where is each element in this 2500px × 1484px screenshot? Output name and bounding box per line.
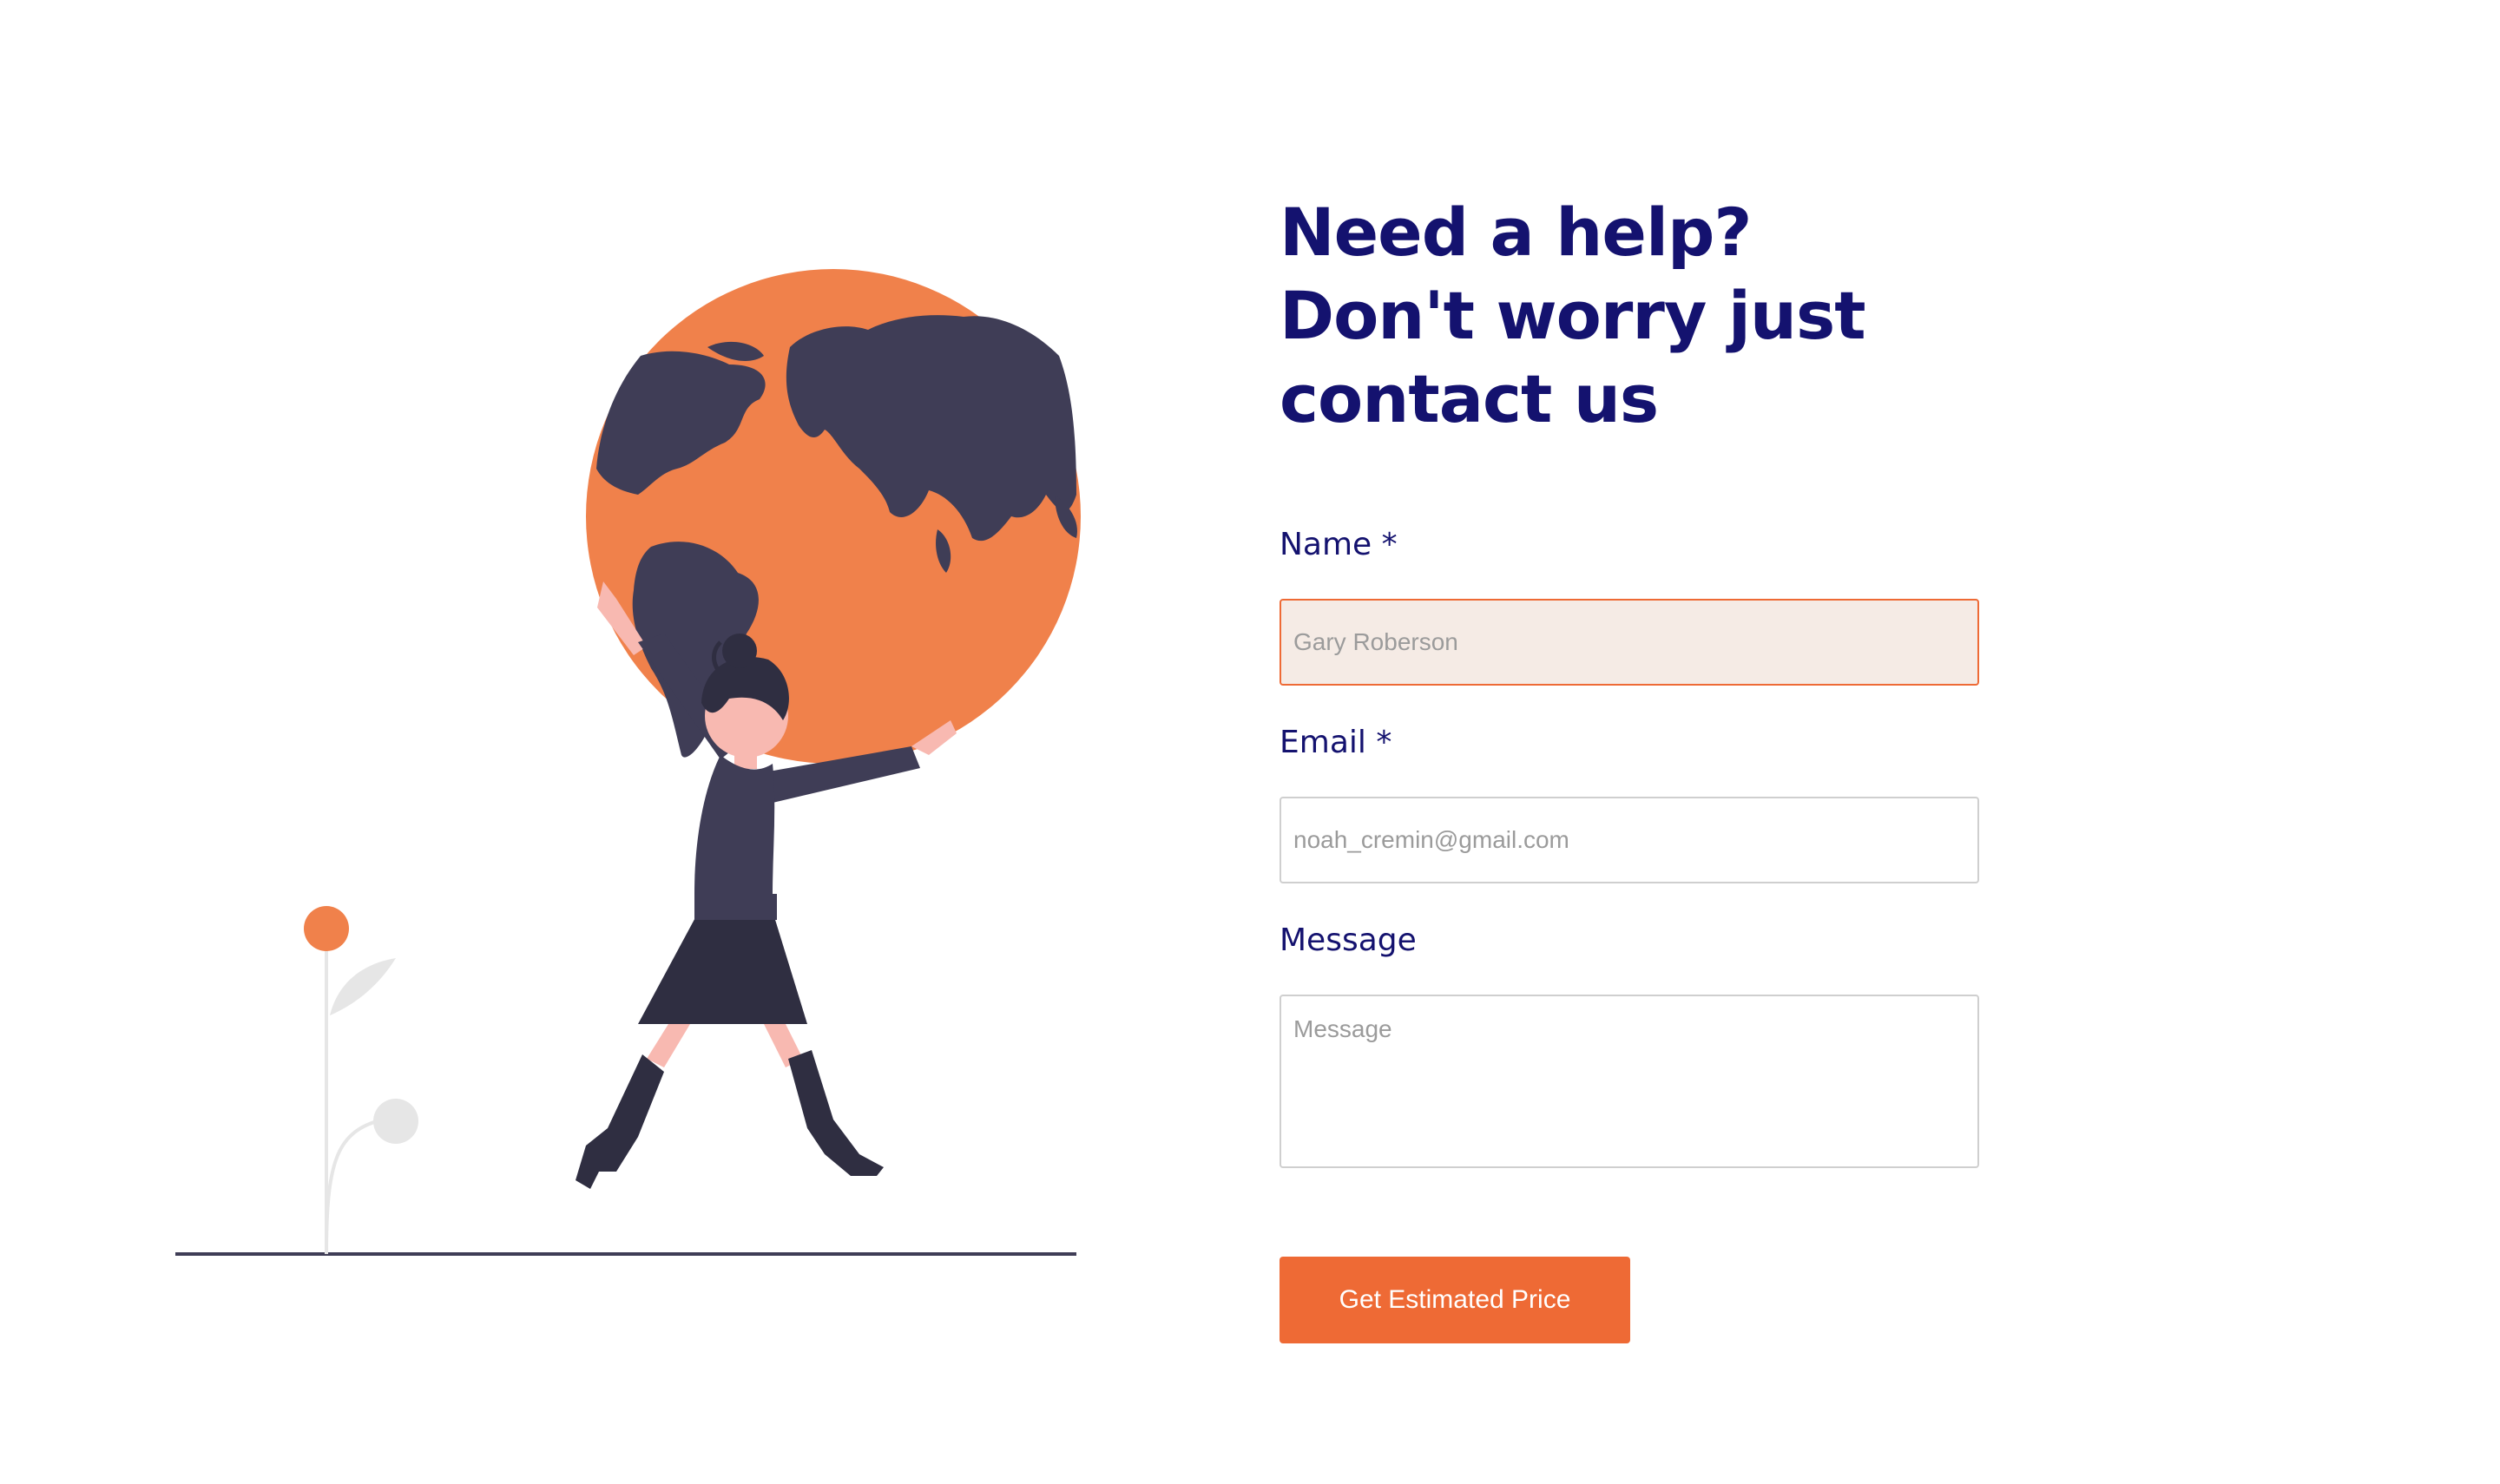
woman-holding-globe-illustration xyxy=(165,234,1102,1276)
name-label: Name * xyxy=(1280,527,1398,562)
page-title: Need a help? Don't worry just contact us xyxy=(1280,191,1991,441)
heading-line-1: Need a help? xyxy=(1280,194,1753,271)
globe-icon xyxy=(586,269,1081,764)
email-field[interactable] xyxy=(1280,797,1979,883)
heading-line-3: contact us xyxy=(1280,360,1659,437)
contact-form: Need a help? Don't worry just contact us… xyxy=(1280,191,1991,1343)
email-label: Email * xyxy=(1280,725,1392,760)
name-field[interactable] xyxy=(1280,599,1979,686)
heading-line-2: Don't worry just xyxy=(1280,277,1866,354)
message-label: Message xyxy=(1280,923,1417,958)
get-estimated-price-button[interactable]: Get Estimated Price xyxy=(1280,1257,1630,1343)
contact-page: Need a help? Don't worry just contact us… xyxy=(0,0,2500,1484)
plant-icon xyxy=(304,906,418,1255)
message-field[interactable] xyxy=(1280,995,1979,1168)
